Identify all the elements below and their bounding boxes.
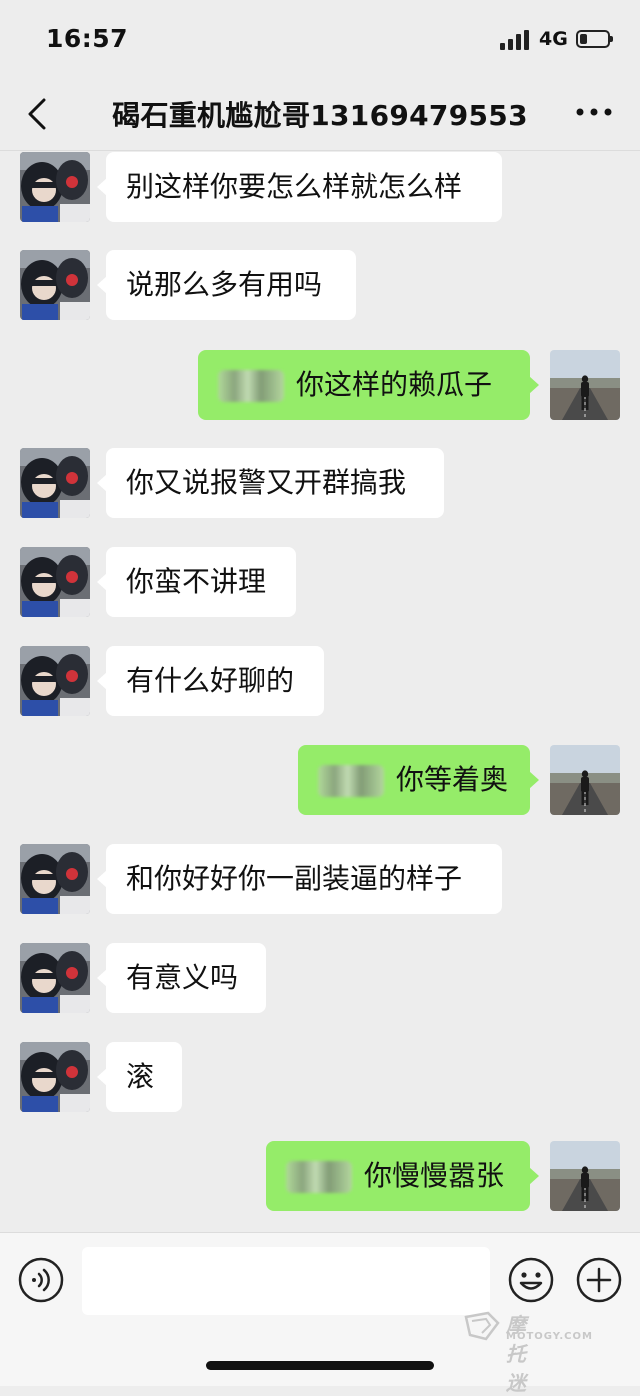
plus-icon[interactable]	[576, 1257, 622, 1303]
input-bar: 摩托迷 MOTOGY.COM	[0, 1232, 640, 1395]
message-bubble[interactable]: 别这样你要怎么样就怎么样	[97, 152, 502, 222]
message-input[interactable]	[82, 1247, 490, 1315]
emoji-icon[interactable]	[508, 1257, 554, 1303]
redacted-name	[286, 1161, 352, 1193]
message-list[interactable]: 别这样你要怎么样就怎么样 说那么多有用吗你这样的赖瓜子你又说报警又开群搞我 你蛮不讲…	[0, 150, 640, 1232]
avatar[interactable]	[20, 646, 90, 716]
message-bubble[interactable]: 你蛮不讲理	[97, 547, 296, 617]
avatar[interactable]	[550, 1141, 620, 1211]
avatar[interactable]	[20, 943, 90, 1013]
network-type: 4G	[539, 28, 568, 50]
message-text: 你慢慢嚣张	[364, 1159, 505, 1192]
message-text: 别这样你要怎么样就怎么样	[126, 170, 463, 203]
message-bubble[interactable]: 你又说报警又开群搞我	[97, 448, 444, 518]
status-time: 16:57	[46, 24, 129, 53]
avatar[interactable]	[20, 1042, 90, 1112]
avatar[interactable]	[550, 350, 620, 420]
incoming-message: 和你好好你一副装逼的样子	[0, 844, 640, 914]
watermark-logo	[464, 1311, 500, 1341]
message-text: 有意义吗	[126, 961, 239, 994]
message-bubble[interactable]: 说那么多有用吗	[97, 250, 356, 320]
message-bubble[interactable]: 有什么好聊的	[97, 646, 324, 716]
watermark-text: 摩托迷	[506, 1313, 526, 1395]
message-text: 有什么好聊的	[126, 664, 295, 697]
watermark: 摩托迷 MOTOGY.COM	[462, 1309, 592, 1395]
message-bubble[interactable]: 有意义吗	[97, 943, 266, 1013]
message-text: 说那么多有用吗	[126, 268, 323, 301]
incoming-message: 说那么多有用吗	[0, 250, 640, 320]
signal-icon	[500, 30, 529, 50]
incoming-message: 有什么好聊的	[0, 646, 640, 716]
outgoing-message: 你这样的赖瓜子	[0, 350, 640, 420]
redacted-name	[318, 765, 384, 797]
more-dots-icon[interactable]	[574, 102, 614, 122]
message-bubble[interactable]: 你慢慢嚣张	[266, 1141, 539, 1211]
message-text: 你等着奥	[396, 763, 509, 796]
incoming-message: 别这样你要怎么样就怎么样	[0, 152, 640, 222]
incoming-message: 你又说报警又开群搞我	[0, 448, 640, 518]
incoming-message: 有意义吗	[0, 943, 640, 1013]
message-text: 你蛮不讲理	[126, 565, 267, 598]
battery-icon	[576, 30, 613, 48]
avatar[interactable]	[20, 844, 90, 914]
message-bubble[interactable]: 滚	[97, 1042, 182, 1112]
message-bubble[interactable]: 你等着奥	[298, 745, 539, 815]
avatar[interactable]	[20, 152, 90, 222]
status-bar: 16:57 4G	[0, 0, 640, 80]
redacted-name	[218, 370, 284, 402]
avatar[interactable]	[20, 250, 90, 320]
avatar[interactable]	[550, 745, 620, 815]
avatar[interactable]	[20, 547, 90, 617]
chat-header: 碣石重机尴尬哥13169479553	[0, 80, 640, 151]
message-bubble[interactable]: 和你好好你一副装逼的样子	[97, 844, 502, 914]
chat-title: 碣石重机尴尬哥13169479553	[112, 99, 528, 132]
watermark-subtext: MOTOGY.COM	[506, 1331, 593, 1342]
outgoing-message: 你慢慢嚣张	[0, 1141, 640, 1211]
message-text: 你这样的赖瓜子	[296, 368, 493, 401]
home-indicator	[206, 1361, 434, 1370]
outgoing-message: 你等着奥	[0, 745, 640, 815]
voice-icon[interactable]	[18, 1257, 64, 1303]
message-text: 你又说报警又开群搞我	[126, 466, 407, 499]
incoming-message: 滚	[0, 1042, 640, 1112]
avatar[interactable]	[20, 448, 90, 518]
message-text: 和你好好你一副装逼的样子	[126, 862, 463, 895]
incoming-message: 你蛮不讲理	[0, 547, 640, 617]
message-bubble[interactable]: 你这样的赖瓜子	[198, 350, 539, 420]
message-text: 滚	[126, 1060, 155, 1093]
